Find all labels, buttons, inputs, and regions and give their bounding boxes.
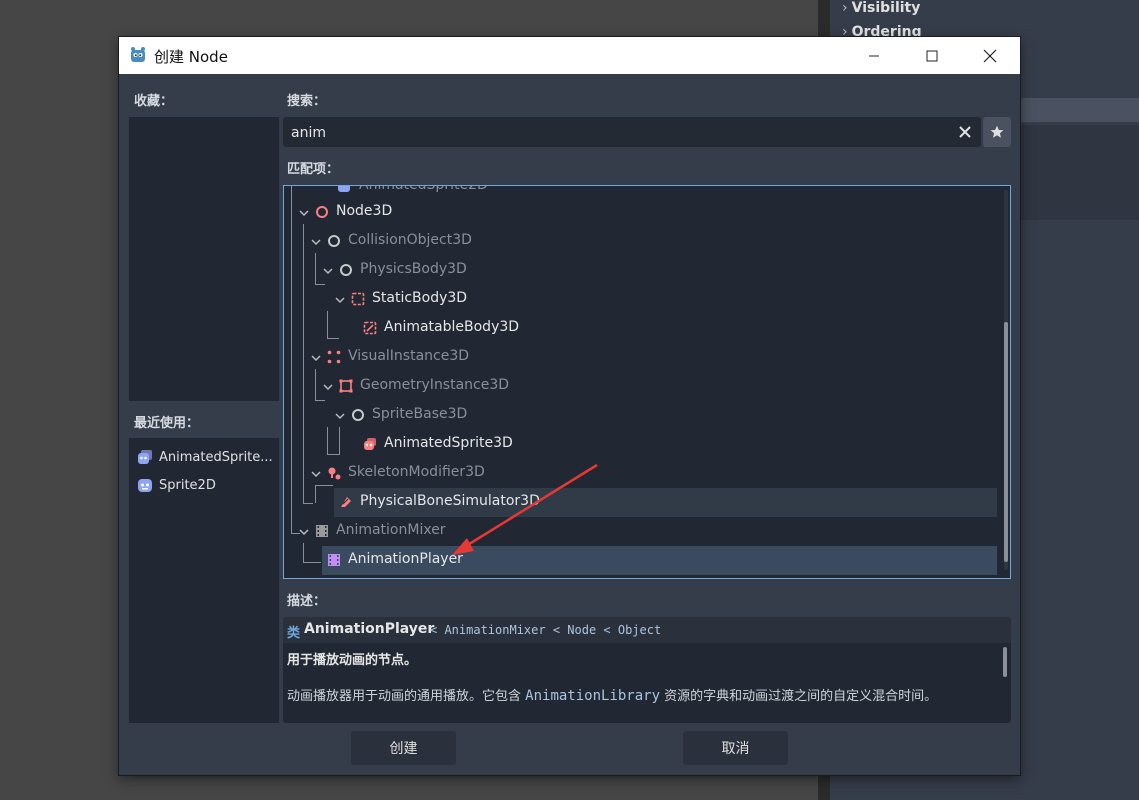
description-body: 动画播放器用于动画的通用播放。它包含 AnimationLibrary 资源的字… xyxy=(287,688,938,704)
animated-sprite2d-icon xyxy=(338,186,350,192)
chevron-down-icon xyxy=(299,529,309,536)
inspector-subpanel xyxy=(1020,125,1139,220)
tree-row-sprite-base3d[interactable]: SpriteBase3D xyxy=(284,401,998,430)
tree-row-visual-instance3d[interactable]: VisualInstance3D xyxy=(284,343,998,372)
sprite-base3d-icon xyxy=(352,409,364,421)
tree-guide xyxy=(303,562,321,563)
physical-bone-simulator3d-icon xyxy=(341,497,351,507)
tree-row-animatable-body3d[interactable]: AnimatableBody3D xyxy=(284,314,998,343)
collision-object3d-icon xyxy=(328,235,340,247)
maximize-icon xyxy=(926,50,938,61)
visual-instance3d-icon xyxy=(327,350,341,364)
favorites-label: 收藏： xyxy=(134,94,174,109)
tree-scrollbar-thumb[interactable] xyxy=(1004,322,1008,562)
chevron-down-icon xyxy=(311,355,321,362)
chevron-down-icon xyxy=(311,471,321,478)
animation-player-icon xyxy=(328,554,340,566)
animated-sprite3d-icon xyxy=(364,438,376,450)
tree-row-physical-bone-simulator3d[interactable]: PhysicalBoneSimulator3D xyxy=(334,488,997,517)
tree-row-animation-player[interactable]: AnimationPlayer xyxy=(322,546,997,575)
maximize-button[interactable] xyxy=(903,37,961,74)
matches-label: 匹配项： xyxy=(287,162,340,177)
clear-search-button[interactable] xyxy=(955,122,975,142)
chevron-down-icon xyxy=(311,239,321,246)
static-body3d-icon xyxy=(351,292,365,306)
chevron-down-icon xyxy=(323,384,333,391)
minimize-button[interactable] xyxy=(845,37,903,74)
class-name[interactable]: AnimationPlayer xyxy=(304,621,434,637)
recent-item-sprite2d[interactable]: Sprite2D xyxy=(137,473,216,497)
recent-item-animated-sprite[interactable]: AnimatedSprite... xyxy=(137,445,273,469)
chevron-down-icon xyxy=(335,297,345,304)
tree-row-animation-mixer[interactable]: AnimationMixer xyxy=(284,517,998,546)
skeleton-modifier3d-icon xyxy=(328,467,341,480)
chevron-right-icon: › xyxy=(842,24,848,38)
tree-row-physics-body3d[interactable]: PhysicsBody3D xyxy=(284,256,998,285)
class-keyword: 类 xyxy=(287,626,301,641)
description-scrollbar[interactable] xyxy=(1003,647,1007,677)
geometry-instance3d-icon xyxy=(339,379,353,393)
chevron-down-icon xyxy=(335,413,345,420)
search-label: 搜索： xyxy=(287,94,327,109)
inspector-section-ordering[interactable]: › Ordering xyxy=(842,24,922,38)
minimize-icon xyxy=(869,55,879,56)
inheritance-chain[interactable]: < AnimationMixer < Node < Object xyxy=(430,623,661,637)
dialog-title: 创建 Node xyxy=(154,48,228,66)
search-field[interactable] xyxy=(283,117,981,147)
inspector-highlight-row xyxy=(1020,98,1139,122)
chevron-down-icon xyxy=(299,210,309,217)
description-label: 描述： xyxy=(287,594,327,609)
recent-list[interactable]: AnimatedSprite... Sprite2D xyxy=(129,438,279,723)
chevron-right-icon: › xyxy=(842,0,848,16)
tree-row-geometry-instance3d[interactable]: GeometryInstance3D xyxy=(284,372,998,401)
description-panel: 类 AnimationPlayer < AnimationMixer < Nod… xyxy=(283,617,1011,723)
star-icon xyxy=(990,125,1004,138)
node3d-icon xyxy=(316,206,328,218)
animation-library-link[interactable]: AnimationLibrary xyxy=(525,688,660,704)
tree-row-collision-object3d[interactable]: CollisionObject3D xyxy=(284,227,998,256)
tree-guide xyxy=(303,543,304,563)
close-button[interactable] xyxy=(961,37,1019,74)
create-node-dialog: 创建 Node 收藏： 最近使用： AnimatedSprite... Spri… xyxy=(119,37,1020,775)
sprite2d-icon xyxy=(138,479,152,492)
description-header: 类 AnimationPlayer < AnimationMixer < Nod… xyxy=(283,617,1011,643)
close-icon xyxy=(983,49,997,62)
godot-logo-icon xyxy=(131,47,145,62)
tree-row-animated-sprite3d[interactable]: AnimatedSprite3D xyxy=(284,430,998,459)
close-icon xyxy=(959,126,971,138)
animation-mixer-icon xyxy=(316,525,328,537)
physics-body3d-icon xyxy=(340,264,352,276)
recent-label: 最近使用： xyxy=(134,416,200,431)
cancel-button[interactable]: 取消 xyxy=(683,731,788,765)
chevron-down-icon xyxy=(323,268,333,275)
dialog-titlebar[interactable]: 创建 Node xyxy=(119,37,1020,74)
tree-row-node3d[interactable]: Node3D xyxy=(284,198,998,227)
create-button[interactable]: 创建 xyxy=(351,731,456,765)
animatable-body3d-icon xyxy=(363,321,377,335)
inspector-section-visibility[interactable]: › Visibility xyxy=(842,0,920,16)
node-tree[interactable]: AnimatedSprite2D Node3D CollisionObject3… xyxy=(283,185,1011,579)
tree-row-static-body3d[interactable]: StaticBody3D xyxy=(284,285,998,314)
description-brief: 用于播放动画的节点。 xyxy=(287,653,418,668)
animated-sprite-icon xyxy=(138,450,152,464)
tree-guide xyxy=(303,503,313,504)
favorites-list[interactable] xyxy=(129,117,279,401)
search-input[interactable] xyxy=(289,121,953,145)
tree-row-skeleton-modifier3d[interactable]: SkeletonModifier3D xyxy=(284,459,998,488)
favorite-toggle-button[interactable] xyxy=(983,117,1011,147)
